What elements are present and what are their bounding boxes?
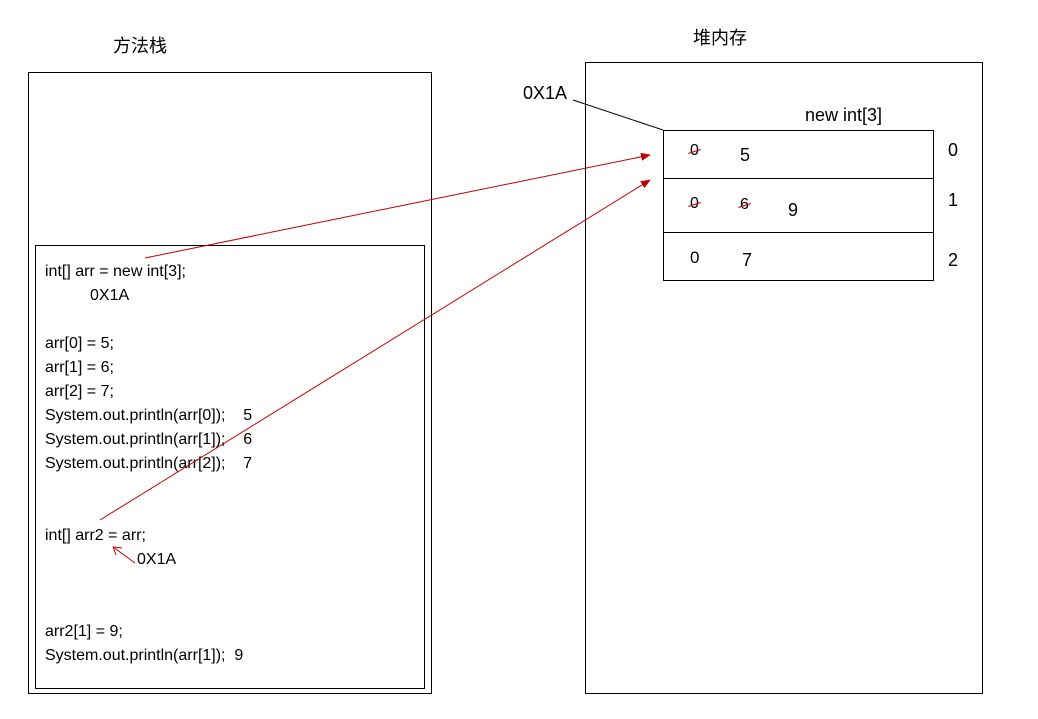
cell2-index: 2 bbox=[948, 250, 958, 271]
cell0-index: 0 bbox=[948, 140, 958, 161]
cell2-old: 0 bbox=[690, 248, 699, 268]
code-line-p2: System.out.println(arr[2]); 7 bbox=[45, 452, 252, 476]
code-line-arr2assign: arr2[1] = 9; bbox=[45, 620, 252, 644]
code-line-arr2decl: int[] arr2 = arr; bbox=[45, 524, 252, 548]
code-line-a0: arr[0] = 5; bbox=[45, 332, 252, 356]
code-line-p0: System.out.println(arr[0]); 5 bbox=[45, 404, 252, 428]
code-line-decl: int[] arr = new int[3]; bbox=[45, 260, 252, 284]
stack-title: 方法栈 bbox=[113, 32, 167, 58]
code-line-p3: System.out.println(arr[1]); 9 bbox=[45, 644, 252, 668]
cell1-old: 0 bbox=[690, 195, 699, 213]
heap-title: 堆内存 bbox=[693, 24, 747, 50]
code-line-a2: arr[2] = 7; bbox=[45, 380, 252, 404]
heap-cell-0 bbox=[663, 130, 934, 179]
heap-cell-1 bbox=[663, 179, 934, 233]
code-line-addr1: 0X1A bbox=[45, 284, 252, 308]
array-decl-label: new int[3] bbox=[805, 105, 882, 126]
heap-cell-2 bbox=[663, 233, 934, 281]
cell0-val: 5 bbox=[740, 145, 750, 166]
cell2-val: 7 bbox=[742, 250, 752, 271]
code-line-a1: arr[1] = 6; bbox=[45, 356, 252, 380]
heap-address-label: 0X1A bbox=[523, 83, 567, 104]
cell1-mid: 6 bbox=[740, 196, 749, 214]
code-content: int[] arr = new int[3]; 0X1A arr[0] = 5;… bbox=[45, 260, 252, 668]
code-line-p1: System.out.println(arr[1]); 6 bbox=[45, 428, 252, 452]
cell1-index: 1 bbox=[948, 190, 958, 211]
cell0-old: 0 bbox=[690, 142, 699, 160]
code-line-addr2: 0X1A bbox=[45, 548, 252, 572]
cell1-val: 9 bbox=[788, 200, 798, 221]
